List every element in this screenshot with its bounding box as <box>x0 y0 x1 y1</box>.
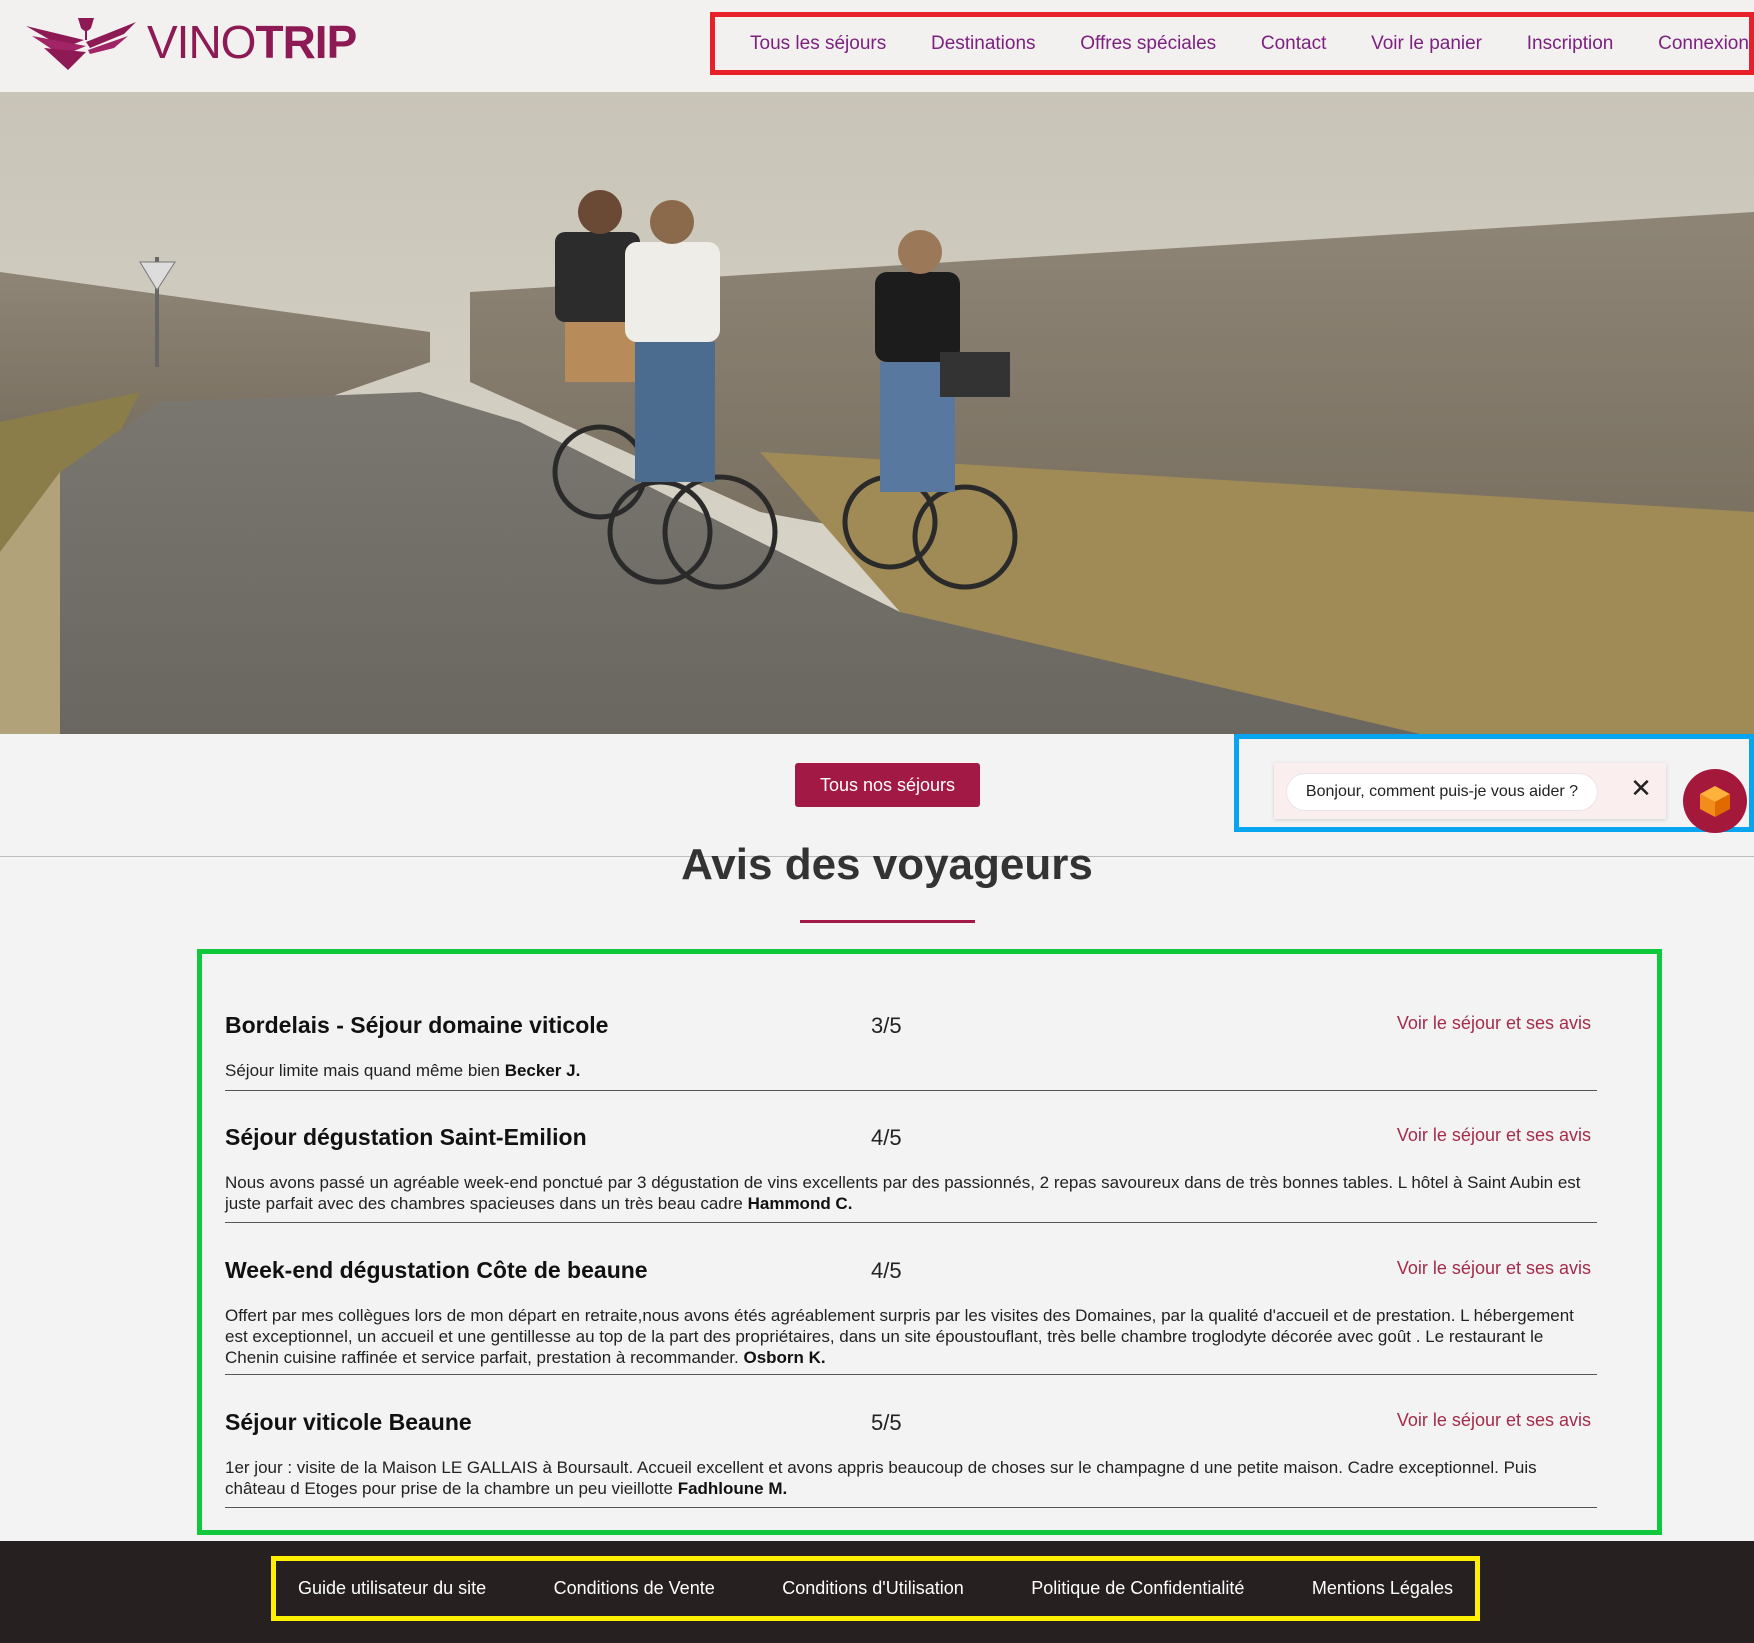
review-score: 4/5 <box>871 1258 902 1283</box>
chat-greeting-panel: Bonjour, comment puis-je vous aider ? ✕ <box>1274 763 1666 819</box>
chat-greeting-bubble[interactable]: Bonjour, comment puis-je vous aider ? <box>1286 773 1598 811</box>
footer-links: Guide utilisateur du site Conditions de … <box>271 1556 1480 1621</box>
site-header: VINOTRIP Tous les séjours Destinations O… <box>0 0 1754 92</box>
close-icon[interactable]: ✕ <box>1626 773 1656 803</box>
footer-conditions-utilisation[interactable]: Conditions d'Utilisation <box>782 1578 964 1599</box>
footer-mentions-legales[interactable]: Mentions Légales <box>1312 1578 1453 1599</box>
nav-voir-le-panier[interactable]: Voir le panier <box>1371 33 1482 55</box>
review-title: Bordelais - Séjour domaine viticole <box>225 1012 609 1038</box>
cube-icon <box>1700 786 1730 817</box>
review-text: 1er jour : visite de la Maison LE GALLAI… <box>225 1457 1597 1499</box>
footer-politique-confidentialite[interactable]: Politique de Confidentialité <box>1031 1578 1244 1599</box>
voir-sejour-link[interactable]: Voir le séjour et ses avis <box>1397 1013 1591 1034</box>
site-footer: Guide utilisateur du site Conditions de … <box>0 1541 1754 1643</box>
voir-sejour-link[interactable]: Voir le séjour et ses avis <box>1397 1125 1591 1146</box>
logo-text-bold: TRIP <box>255 16 357 68</box>
review-title: Week-end dégustation Côte de beaune <box>225 1257 648 1283</box>
chat-launcher-button[interactable] <box>1683 769 1747 833</box>
nav-tous-les-sejours[interactable]: Tous les séjours <box>750 33 886 55</box>
cyclists-photo <box>0 92 1754 734</box>
wine-glass-wings-icon <box>26 18 136 70</box>
heading-underline <box>800 920 975 923</box>
reviews-list: Bordelais - Séjour domaine viticole 3/5 … <box>197 949 1662 1535</box>
voir-sejour-link[interactable]: Voir le séjour et ses avis <box>1397 1410 1591 1431</box>
nav-contact[interactable]: Contact <box>1261 33 1326 55</box>
logo-wordmark: VINOTRIP <box>147 16 357 68</box>
review-item: Week-end dégustation Côte de beaune 4/5 … <box>225 1257 1597 1375</box>
review-body: Séjour limite mais quand même bien <box>225 1061 500 1080</box>
tous-nos-sejours-button[interactable]: Tous nos séjours <box>795 763 980 807</box>
hero-image <box>0 92 1754 734</box>
review-item: Bordelais - Séjour domaine viticole 3/5 … <box>225 1012 1597 1091</box>
nav-connexion[interactable]: Connexion <box>1658 33 1749 55</box>
logo-text-light: VINO <box>147 16 256 68</box>
review-item: Séjour viticole Beaune 5/5 Voir le séjou… <box>225 1409 1597 1508</box>
review-text: Séjour limite mais quand même bien Becke… <box>225 1060 1597 1081</box>
review-score: 3/5 <box>871 1013 902 1038</box>
footer-conditions-vente[interactable]: Conditions de Vente <box>554 1578 715 1599</box>
review-text: Nous avons passé un agréable week-end po… <box>225 1172 1597 1214</box>
review-item: Séjour dégustation Saint-Emilion 4/5 Voi… <box>225 1124 1597 1223</box>
review-title: Séjour dégustation Saint-Emilion <box>225 1124 587 1150</box>
reviews-heading: Avis des voyageurs <box>681 840 1093 889</box>
voir-sejour-link[interactable]: Voir le séjour et ses avis <box>1397 1258 1591 1279</box>
review-score: 4/5 <box>871 1125 902 1150</box>
review-text: Offert par mes collègues lors de mon dép… <box>225 1305 1597 1368</box>
nav-offres-speciales[interactable]: Offres spéciales <box>1080 33 1216 55</box>
nav-inscription[interactable]: Inscription <box>1527 33 1614 55</box>
review-body: Nous avons passé un agréable week-end po… <box>225 1173 1581 1213</box>
review-title: Séjour viticole Beaune <box>225 1409 472 1435</box>
main-nav: Tous les séjours Destinations Offres spé… <box>710 12 1754 75</box>
vinotrip-logo[interactable]: VINOTRIP <box>24 12 384 72</box>
nav-destinations[interactable]: Destinations <box>931 33 1036 55</box>
footer-guide-utilisateur[interactable]: Guide utilisateur du site <box>298 1578 486 1599</box>
review-score: 5/5 <box>871 1410 902 1435</box>
review-body: 1er jour : visite de la Maison LE GALLAI… <box>225 1458 1537 1498</box>
review-author: Fadhloune M. <box>677 1479 788 1498</box>
chat-widget: Bonjour, comment puis-je vous aider ? ✕ <box>1234 734 1754 833</box>
review-body: Offert par mes collègues lors de mon dép… <box>225 1306 1574 1367</box>
review-author: Becker J. <box>504 1061 581 1080</box>
review-author: Osborn K. <box>743 1348 826 1367</box>
review-author: Hammond C. <box>747 1194 853 1213</box>
